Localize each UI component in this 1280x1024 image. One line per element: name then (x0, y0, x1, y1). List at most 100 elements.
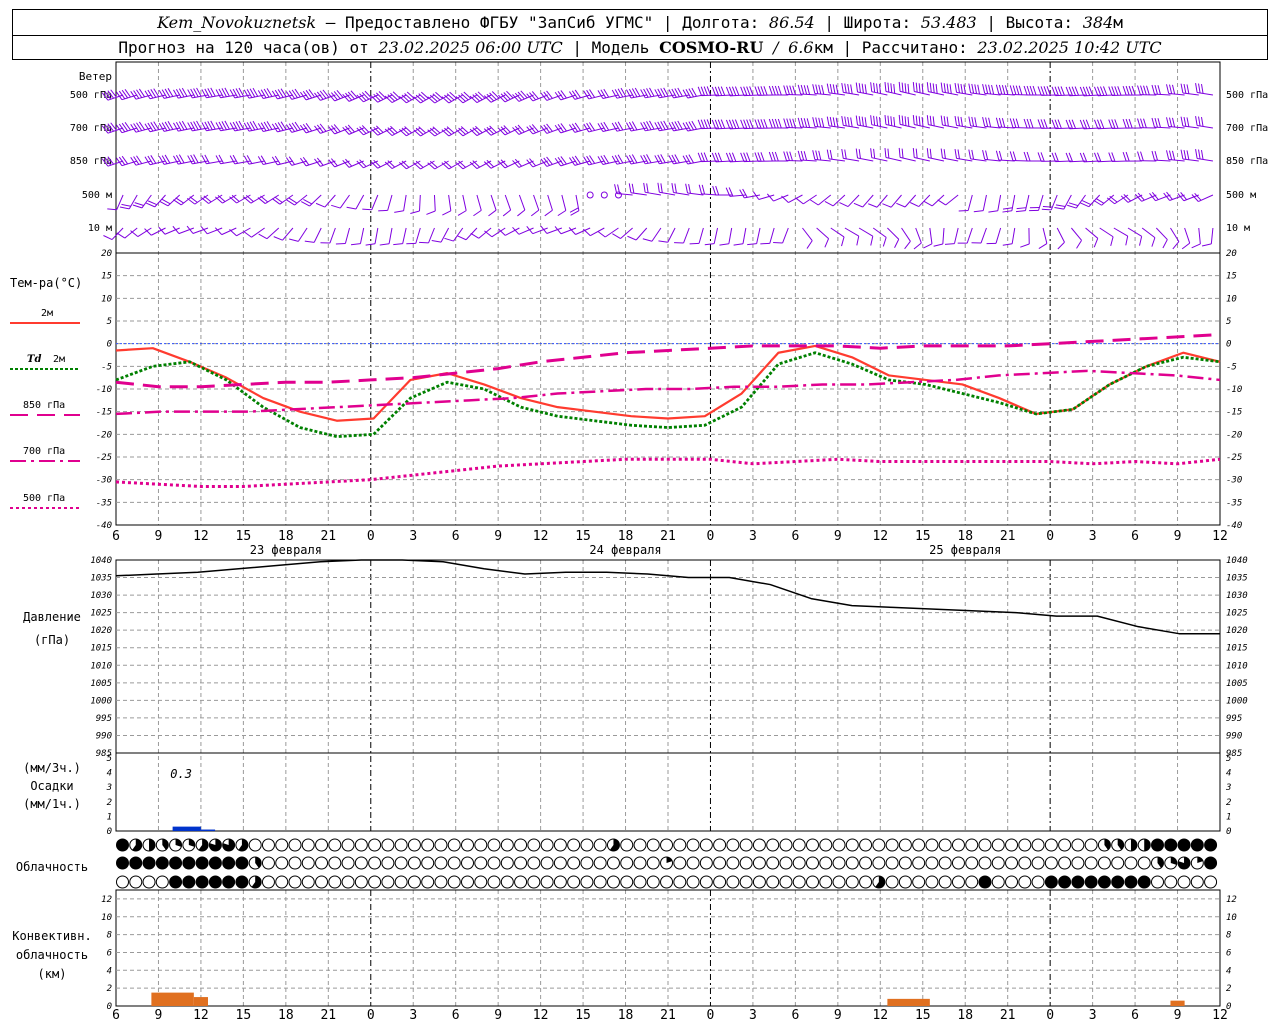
barb-feather (913, 242, 922, 250)
barb-staff (1198, 227, 1201, 244)
barb-feather (335, 242, 346, 245)
barb-feather (912, 147, 915, 158)
barb-feather (133, 123, 140, 132)
barb-feather (957, 149, 960, 159)
barb-feather (1140, 118, 1144, 128)
barb-feather (1198, 83, 1201, 94)
cloud-fill (149, 839, 156, 851)
hour-label: 21 (320, 529, 336, 544)
barb-feather (783, 85, 787, 95)
barb-staff (462, 194, 467, 211)
barb-staff (1141, 227, 1156, 239)
cloud-circle (1058, 856, 1072, 870)
barb-feather (1085, 86, 1091, 96)
barb-feather (711, 152, 717, 163)
wind-barb (406, 227, 421, 245)
cloud-circle (381, 875, 395, 889)
conv-bar (887, 998, 930, 1006)
barb-staff (885, 123, 902, 129)
barb-feather (1166, 117, 1170, 127)
barb-feather (754, 119, 759, 129)
barb-feather (288, 156, 295, 165)
wind-barb (940, 115, 959, 129)
barb-feather (1071, 86, 1077, 96)
cloud-circle (898, 838, 912, 852)
barb-feather (1057, 241, 1065, 250)
wind-barb (158, 154, 180, 165)
wind-barb (870, 148, 888, 162)
barb-feather (777, 85, 782, 96)
cloud-circle (620, 875, 634, 889)
cloud-circle (806, 875, 819, 889)
barb-feather (861, 83, 864, 94)
barb-feather (870, 115, 873, 125)
barb-feather (754, 86, 759, 96)
cloud-circle (925, 856, 939, 870)
barb-feather (688, 184, 691, 194)
barb-feather (393, 243, 403, 246)
barb-feather (1117, 86, 1122, 96)
barb-feather (1082, 152, 1088, 162)
wind-level-label-right: 700 гПа (1226, 123, 1268, 134)
barb-feather (968, 149, 972, 159)
cloud-fill (1151, 839, 1164, 851)
wind-barb (988, 194, 1002, 213)
temp-tick-right: -10 (1226, 385, 1242, 395)
barb-feather (803, 118, 808, 128)
wind-barb (158, 226, 180, 235)
cloud-circle (275, 856, 289, 870)
cloud-circle (514, 856, 528, 870)
barb-feather (1057, 119, 1062, 129)
wind-barb (674, 227, 690, 244)
barb-feather (1037, 86, 1042, 96)
wind-barb (668, 87, 690, 99)
cloud-circle (421, 856, 435, 870)
barb-feather (1198, 149, 1201, 160)
barb-feather (361, 92, 370, 100)
cloud-circle (567, 875, 581, 889)
barb-feather (520, 90, 528, 99)
barb-feather (543, 157, 551, 166)
pres-unit: (гПа) (34, 633, 70, 647)
barb-feather (898, 114, 901, 125)
cloud-circle (434, 875, 448, 889)
cloud-circle (461, 856, 474, 870)
barb-feather (1032, 85, 1037, 96)
wind-barb (1134, 192, 1157, 202)
precip-tick-right: 1 (1226, 812, 1231, 822)
barb-feather (118, 123, 126, 133)
barb-feather (839, 202, 849, 208)
barb-feather (557, 210, 567, 217)
temp-tick-right: 5 (1226, 317, 1231, 327)
barb-feather (893, 83, 896, 94)
hour-label: 21 (660, 529, 676, 544)
barb-feather (543, 91, 551, 100)
barb-feather (1012, 151, 1017, 161)
barb-feather (858, 116, 861, 126)
barb-feather (768, 118, 773, 129)
cloud-fill (196, 876, 209, 888)
temp-tick-right: -20 (1226, 430, 1242, 440)
wind-barb (544, 194, 553, 217)
barb-staff (1063, 194, 1072, 210)
wind-barb (816, 227, 830, 248)
barb-feather (700, 152, 706, 162)
wind-barb (498, 227, 520, 236)
cloud-circle (766, 838, 780, 852)
barb-feather (1146, 85, 1150, 95)
barb-feather (103, 235, 113, 241)
barb-feather (826, 83, 830, 94)
hour-label: 21 (1000, 529, 1016, 544)
barb-feather (844, 83, 847, 93)
pres-tick-left: 995 (96, 714, 112, 724)
barb-staff (533, 194, 540, 211)
barb-staff (980, 227, 987, 244)
wind-barb (760, 227, 775, 245)
cloud-circle (872, 856, 886, 870)
cloud-fill (156, 857, 169, 869)
barb-staff (843, 157, 860, 162)
wind-level-label: 10 м (88, 223, 112, 234)
barb-staff (420, 160, 435, 170)
cloud-circle (315, 856, 329, 870)
conv-tick-left: 2 (107, 984, 112, 994)
